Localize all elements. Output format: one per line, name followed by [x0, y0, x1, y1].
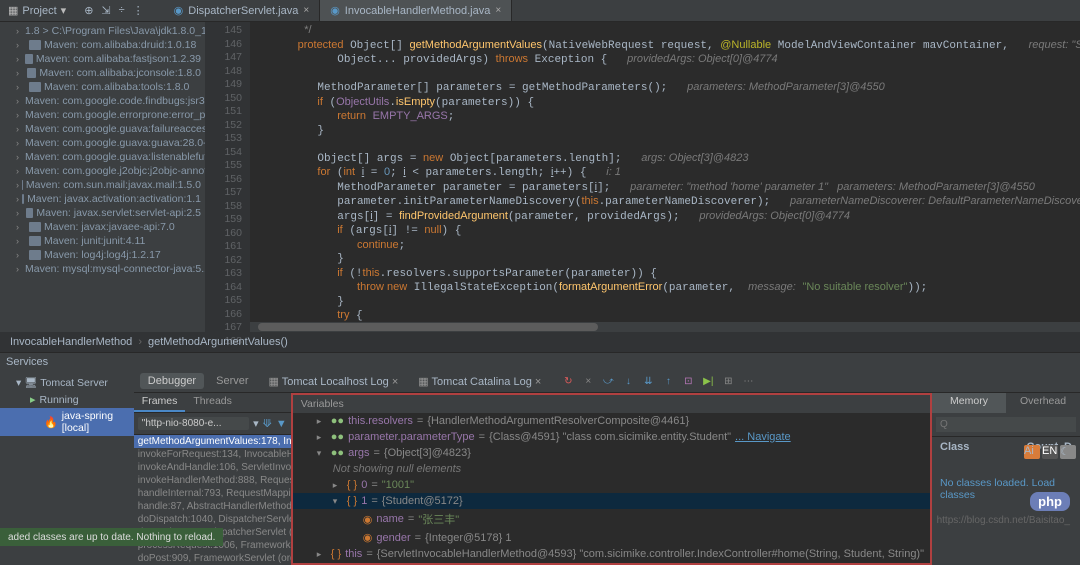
tree-item[interactable]: › Maven: log4j:log4j:1.2.17: [0, 248, 205, 262]
project-tree[interactable]: › 1.8 > C:\Program Files\Java\jdk1.8.0_1…: [0, 22, 205, 332]
memory-search[interactable]: [936, 417, 1076, 432]
variable-row[interactable]: ▸ ●● this.resolvers = {HandlerMethodArgu…: [293, 413, 930, 429]
tab-localhost-log[interactable]: ▦ Tomcat Localhost Log ×: [261, 373, 407, 390]
expand-icon[interactable]: ⇲: [101, 4, 110, 17]
tree-item[interactable]: › Maven: com.google.guava:guava:28.0-jre: [0, 136, 205, 150]
java-icon: ◉: [330, 4, 340, 17]
variable-row[interactable]: ▾ { } 1 = {Student@5172}: [293, 493, 930, 509]
thread-dropdown[interactable]: "http-nio-8080-e...: [138, 417, 249, 430]
services-header[interactable]: Services: [0, 352, 1080, 370]
filter-icon[interactable]: ⟱: [263, 417, 272, 430]
step-over-icon[interactable]: ⤻: [601, 374, 615, 388]
variable-row[interactable]: Not showing null elements: [293, 461, 930, 477]
top-toolbar: ⊕ ⇲ ÷ ⋮: [84, 4, 143, 17]
variables-panel: Variables ▸ ●● this.resolvers = {Handler…: [291, 393, 930, 565]
notification-icons[interactable]: AiEN☾: [1024, 445, 1076, 459]
tab-invocable[interactable]: ◉InvocableHandlerMethod.java ×: [320, 0, 512, 21]
tree-item[interactable]: › Maven: com.google.guava:failureaccess:…: [0, 122, 205, 136]
line-gutter: 1451461471481491501511521531541551561571…: [205, 22, 250, 332]
variable-row[interactable]: ▸ { } 0 = "1001": [293, 477, 930, 493]
java-icon: ◉: [174, 4, 184, 17]
service-item[interactable]: ▸ Running: [0, 391, 134, 408]
project-label[interactable]: ▦ Project ▾: [0, 4, 74, 17]
threads-tab[interactable]: Threads: [185, 393, 240, 412]
tree-item[interactable]: › Maven: com.google.errorprone:error_pro…: [0, 108, 205, 122]
variables-header: Variables: [293, 395, 930, 413]
tree-item[interactable]: › Maven: com.google.j2objc:j2objc-annota…: [0, 164, 205, 178]
title-bar: ▦ Project ▾ ⊕ ⇲ ÷ ⋮ ◉DispatcherServlet.j…: [0, 0, 1080, 22]
variable-row[interactable]: ◉ gender = {Integer@5178} 1: [293, 529, 930, 546]
code-editor[interactable]: */ protected Object[] getMethodArgumentV…: [250, 22, 1080, 332]
tree-item[interactable]: › Maven: com.alibaba:tools:1.8.0: [0, 80, 205, 94]
funnel-icon[interactable]: ▼: [276, 418, 287, 430]
step-into-icon[interactable]: ↓: [621, 374, 635, 388]
frame-item[interactable]: doDispatch:1040, DispatcherServlet (org: [134, 513, 291, 526]
tab-debugger[interactable]: Debugger: [140, 373, 204, 389]
csdn-watermark: https://blog.csdn.net/Baisitao_: [937, 515, 1070, 526]
editor-tabs: ◉DispatcherServlet.java × ◉InvocableHand…: [164, 0, 513, 21]
more-icon[interactable]: ⋯: [741, 374, 755, 388]
status-bar: aded classes are up to date. Nothing to …: [0, 528, 223, 546]
tree-item[interactable]: › Maven: javax:javaee-api:7.0: [0, 220, 205, 234]
step-out-icon[interactable]: ↑: [661, 374, 675, 388]
tree-item[interactable]: › Maven: junit:junit:4.11: [0, 234, 205, 248]
drop-frame-icon[interactable]: ⊡: [681, 374, 695, 388]
variable-row[interactable]: ◉ name = "张三丰": [293, 509, 930, 529]
close-icon[interactable]: ×: [303, 5, 309, 16]
chevron-down-icon[interactable]: ▾: [253, 417, 259, 430]
tab-server[interactable]: Server: [208, 373, 256, 389]
service-item[interactable]: ▾ 🖥 Tomcat Server: [0, 374, 134, 391]
tree-item[interactable]: › Maven: com.alibaba:jconsole:1.8.0: [0, 66, 205, 80]
memory-tab[interactable]: Memory: [932, 393, 1006, 413]
frame-item[interactable]: invokeForRequest:134, InvocableHandl: [134, 448, 291, 461]
variable-row[interactable]: ▸ ●● parameter.parameterType = {Class@45…: [293, 429, 930, 445]
run-cursor-icon[interactable]: ▶|: [701, 374, 715, 388]
tree-item[interactable]: › Maven: com.sun.mail:javax.mail:1.5.0: [0, 178, 205, 192]
tree-item[interactable]: › Maven: com.alibaba:druid:1.0.18: [0, 38, 205, 52]
memory-panel: Memory Overhead Class Count D No classes…: [930, 393, 1080, 565]
tree-item[interactable]: › Maven: javax.activation:activation:1.1: [0, 192, 205, 206]
tab-catalina-log[interactable]: ▦ Tomcat Catalina Log ×: [410, 373, 549, 390]
breadcrumb[interactable]: InvocableHandlerMethod›getMethodArgument…: [0, 332, 1080, 352]
tree-item[interactable]: › Maven: javax.servlet:servlet-api:2.5: [0, 206, 205, 220]
tree-item[interactable]: › Maven: com.alibaba:fastjson:1.2.39: [0, 52, 205, 66]
code-content: */ protected Object[] getMethodArgumentV…: [250, 22, 1080, 332]
frames-tab[interactable]: Frames: [134, 393, 186, 412]
variable-row[interactable]: ▸ { } this = {ServletInvocableHandlerMet…: [293, 546, 930, 562]
target-icon[interactable]: ⊕: [84, 4, 93, 17]
frame-item[interactable]: handleInternal:793, RequestMappingHa: [134, 487, 291, 500]
collapse-icon[interactable]: ÷: [119, 4, 125, 17]
step-icon[interactable]: ×: [581, 374, 595, 388]
variable-row[interactable]: ▾ ●● args = {Object[3]@4823}: [293, 445, 930, 461]
horizontal-scrollbar[interactable]: [250, 322, 1080, 332]
stop-icon[interactable]: ↻: [561, 374, 575, 388]
debugger-tabs: Debugger Server ▦ Tomcat Localhost Log ×…: [134, 370, 1080, 393]
service-item[interactable]: 🔥 java-spring [local]: [0, 408, 134, 436]
tab-dispatcher[interactable]: ◉DispatcherServlet.java ×: [164, 0, 321, 21]
memory-empty[interactable]: No classes loaded. Load classes: [932, 457, 1080, 521]
settings-icon[interactable]: ⋮: [133, 4, 144, 17]
close-icon[interactable]: ×: [495, 5, 501, 16]
tree-item[interactable]: › Maven: com.google.code.findbugs:jsr305…: [0, 94, 205, 108]
frame-item[interactable]: handle:87, AbstractHandlerMethodAda: [134, 500, 291, 513]
frame-item[interactable]: invokeHandlerMethod:888, RequestMa: [134, 474, 291, 487]
force-step-icon[interactable]: ⇊: [641, 374, 655, 388]
frame-item[interactable]: getMethodArgumentValues:178, Invoca: [134, 435, 291, 448]
tree-item[interactable]: › 1.8 > C:\Program Files\Java\jdk1.8.0_1…: [0, 24, 205, 38]
tree-item[interactable]: › Maven: mysql:mysql-connector-java:5.1.…: [0, 262, 205, 276]
frame-item[interactable]: invokeAndHandle:106, ServletInvocabl: [134, 461, 291, 474]
evaluate-icon[interactable]: ⊞: [721, 374, 735, 388]
tree-item[interactable]: › Maven: com.google.guava:listenablefutu…: [0, 150, 205, 164]
frame-item[interactable]: doPost:909, FrameworkServlet (org.spr: [134, 552, 291, 565]
variables-list[interactable]: ▸ ●● this.resolvers = {HandlerMethodArgu…: [293, 413, 930, 562]
php-watermark: php: [1030, 492, 1070, 511]
overhead-tab[interactable]: Overhead: [1006, 393, 1080, 413]
